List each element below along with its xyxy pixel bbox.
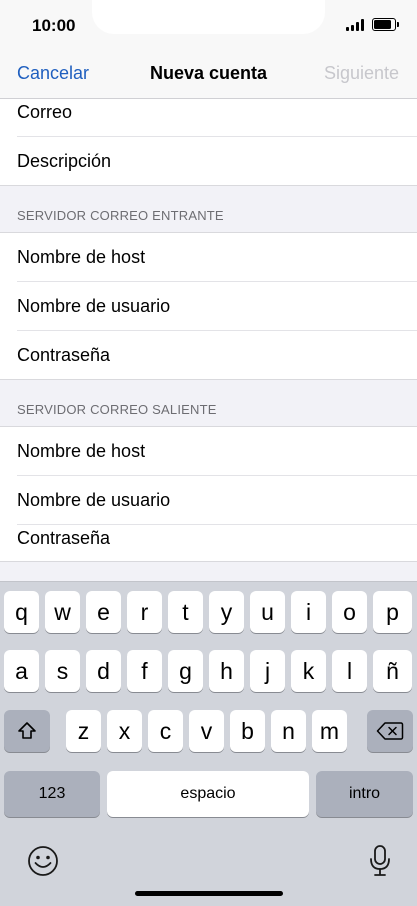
space-key[interactable]: espacio bbox=[107, 771, 309, 817]
key-y[interactable]: y bbox=[209, 591, 244, 633]
battery-icon bbox=[372, 18, 399, 31]
delete-key[interactable] bbox=[367, 710, 413, 752]
status-bar: 10:00 bbox=[0, 0, 417, 50]
key-c[interactable]: c bbox=[148, 710, 183, 752]
key-u[interactable]: u bbox=[250, 591, 285, 633]
key-m[interactable]: m bbox=[312, 710, 347, 752]
key-b[interactable]: b bbox=[230, 710, 265, 752]
shift-key[interactable] bbox=[4, 710, 50, 752]
key-k[interactable]: k bbox=[291, 650, 326, 692]
outgoing-username-field[interactable]: Nombre de usuario bbox=[17, 476, 417, 525]
incoming-username-field[interactable]: Nombre de usuario bbox=[17, 282, 417, 331]
key-enye[interactable]: ñ bbox=[373, 650, 412, 692]
account-info-group: Correo Descripción bbox=[0, 99, 417, 186]
key-n[interactable]: n bbox=[271, 710, 306, 752]
email-field[interactable]: Correo bbox=[17, 99, 417, 137]
key-l[interactable]: l bbox=[332, 650, 367, 692]
outgoing-server-header-label: SERVIDOR CORREO SALIENTE bbox=[17, 402, 217, 417]
key-z[interactable]: z bbox=[66, 710, 101, 752]
key-h[interactable]: h bbox=[209, 650, 244, 692]
key-o[interactable]: o bbox=[332, 591, 367, 633]
key-x[interactable]: x bbox=[107, 710, 142, 752]
cellular-signal-icon bbox=[346, 19, 366, 31]
key-s[interactable]: s bbox=[45, 650, 80, 692]
emoji-button[interactable] bbox=[26, 844, 60, 878]
numbers-key[interactable]: 123 bbox=[4, 771, 100, 817]
key-a[interactable]: a bbox=[4, 650, 39, 692]
status-time: 10:00 bbox=[32, 16, 76, 35]
key-v[interactable]: v bbox=[189, 710, 224, 752]
incoming-server-header: SERVIDOR CORREO ENTRANTE bbox=[0, 186, 417, 232]
key-w[interactable]: w bbox=[45, 591, 80, 633]
outgoing-server-group: Nombre de host Nombre de usuario Contras… bbox=[0, 426, 417, 562]
next-button[interactable]: Siguiente bbox=[324, 63, 399, 84]
return-key[interactable]: intro bbox=[316, 771, 413, 817]
home-indicator[interactable] bbox=[135, 891, 283, 896]
incoming-password-field[interactable]: Contraseña bbox=[17, 331, 417, 379]
cancel-button[interactable]: Cancelar bbox=[17, 63, 89, 84]
delete-icon bbox=[376, 722, 404, 740]
key-j[interactable]: j bbox=[250, 650, 285, 692]
incoming-server-group: Nombre de host Nombre de usuario Contras… bbox=[0, 232, 417, 380]
outgoing-server-header: SERVIDOR CORREO SALIENTE bbox=[0, 380, 417, 426]
key-q[interactable]: q bbox=[4, 591, 39, 633]
key-r[interactable]: r bbox=[127, 591, 162, 633]
shift-icon bbox=[18, 722, 36, 739]
key-d[interactable]: d bbox=[86, 650, 121, 692]
key-t[interactable]: t bbox=[168, 591, 203, 633]
incoming-hostname-field[interactable]: Nombre de host bbox=[17, 233, 417, 282]
description-field[interactable]: Descripción bbox=[17, 137, 417, 185]
navigation-bar: Cancelar Nueva cuenta Siguiente bbox=[0, 50, 417, 99]
incoming-server-header-label: SERVIDOR CORREO ENTRANTE bbox=[17, 208, 224, 223]
emoji-icon bbox=[28, 846, 58, 876]
key-p[interactable]: p bbox=[373, 591, 412, 633]
key-e[interactable]: e bbox=[86, 591, 121, 633]
key-i[interactable]: i bbox=[291, 591, 326, 633]
key-f[interactable]: f bbox=[127, 650, 162, 692]
key-g[interactable]: g bbox=[168, 650, 203, 692]
microphone-icon bbox=[370, 845, 390, 876]
form-scroll-area[interactable]: Correo Descripción SERVIDOR CORREO ENTRA… bbox=[0, 99, 417, 581]
outgoing-hostname-field[interactable]: Nombre de host bbox=[17, 427, 417, 476]
notch bbox=[92, 0, 325, 34]
dictation-button[interactable] bbox=[366, 844, 394, 878]
keyboard: q w e r t y u i o p a s d f g h j k l ñ … bbox=[0, 581, 417, 906]
outgoing-password-field[interactable]: Contraseña bbox=[17, 525, 417, 561]
